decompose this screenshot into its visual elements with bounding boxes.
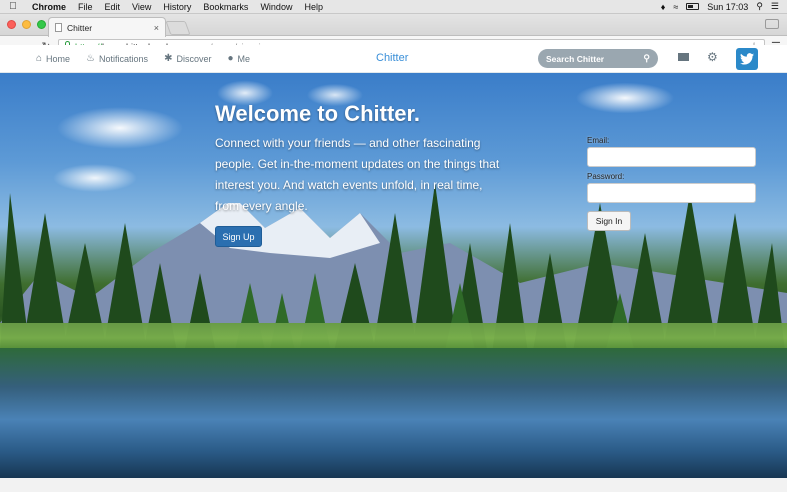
menu-app-name[interactable]: Chrome [26, 2, 72, 12]
menu-bookmarks[interactable]: Bookmarks [197, 2, 254, 12]
nav-notifications-label: Notifications [99, 53, 149, 64]
site-brand[interactable]: Chitter [376, 52, 408, 64]
email-field[interactable] [587, 147, 756, 167]
site-navbar: ⌂ Home ♨ Notifications ✱ Discover ● Me C… [0, 45, 787, 73]
tab-strip: Chitter × [0, 14, 787, 37]
sign-in-button[interactable]: Sign In [587, 211, 631, 231]
gear-icon[interactable]: ⚙ [707, 50, 718, 64]
window-controls [7, 20, 46, 29]
email-label: Email: [587, 136, 610, 145]
nav-notifications[interactable]: ♨ Notifications [86, 53, 148, 64]
home-icon: ⌂ [36, 53, 43, 64]
zoom-window-button[interactable] [37, 20, 46, 29]
new-tab-button[interactable] [165, 21, 191, 35]
menu-edit[interactable]: Edit [99, 2, 127, 12]
hashtag-icon: ✱ [164, 53, 173, 64]
notification-bell-icon[interactable]: ♦ [661, 2, 666, 12]
nav-discover-label: Discover [176, 53, 212, 64]
hero-background: Welcome to Chitter. Connect with your fr… [0, 73, 787, 478]
notification-center-icon[interactable]: ☰ [771, 1, 779, 12]
apple-logo-icon[interactable]:  [0, 1, 26, 12]
menu-history[interactable]: History [157, 2, 197, 12]
search-placeholder: Search Chitter [546, 53, 605, 64]
hero-headline: Welcome to Chitter. [215, 101, 420, 126]
menubar-status-area: ♦ ≈ Sun 17:03 ⚲ ☰ [661, 1, 787, 12]
spotlight-search-icon[interactable]: ⚲ [756, 1, 763, 12]
sign-up-button[interactable]: Sign Up [215, 226, 262, 247]
site-search-input[interactable]: Search Chitter ⚲ [538, 49, 658, 68]
lake-reflection-graphic [0, 348, 787, 478]
menu-window[interactable]: Window [254, 2, 298, 12]
menu-file[interactable]: File [72, 2, 99, 12]
twitter-bird-icon [740, 53, 754, 65]
hero-description: Connect with your friends — and other fa… [215, 136, 500, 213]
password-field[interactable] [587, 183, 756, 203]
user-icon: ● [227, 53, 234, 64]
sign-in-form: Email: Password: Sign In [587, 136, 756, 231]
nav-me-label: Me [237, 53, 251, 64]
nav-home-label: Home [46, 53, 71, 64]
search-icon[interactable]: ⚲ [643, 53, 650, 64]
twitter-bird-button[interactable] [736, 48, 758, 70]
password-label: Password: [587, 172, 625, 181]
menu-view[interactable]: View [126, 2, 157, 12]
menubar-clock[interactable]: Sun 17:03 [707, 2, 748, 12]
minimize-window-button[interactable] [22, 20, 31, 29]
page-favicon-icon [55, 23, 62, 32]
menu-help[interactable]: Help [298, 2, 329, 12]
wifi-icon[interactable]: ≈ [673, 2, 678, 12]
battery-icon[interactable] [686, 3, 700, 10]
macos-menubar:  Chrome File Edit View History Bookmark… [0, 0, 787, 14]
close-window-button[interactable] [7, 20, 16, 29]
nav-me[interactable]: ● Me [227, 53, 250, 64]
tab-title: Chitter [67, 22, 93, 33]
envelope-icon[interactable] [678, 53, 689, 61]
web-page: ⌂ Home ♨ Notifications ✱ Discover ● Me C… [0, 45, 787, 478]
bell-icon: ♨ [86, 53, 96, 64]
browser-tab[interactable]: Chitter × [48, 17, 166, 37]
fullscreen-window-button[interactable] [765, 19, 779, 29]
close-tab-icon[interactable]: × [154, 23, 159, 33]
nav-discover[interactable]: ✱ Discover [164, 53, 211, 64]
nav-home[interactable]: ⌂ Home [36, 53, 70, 64]
